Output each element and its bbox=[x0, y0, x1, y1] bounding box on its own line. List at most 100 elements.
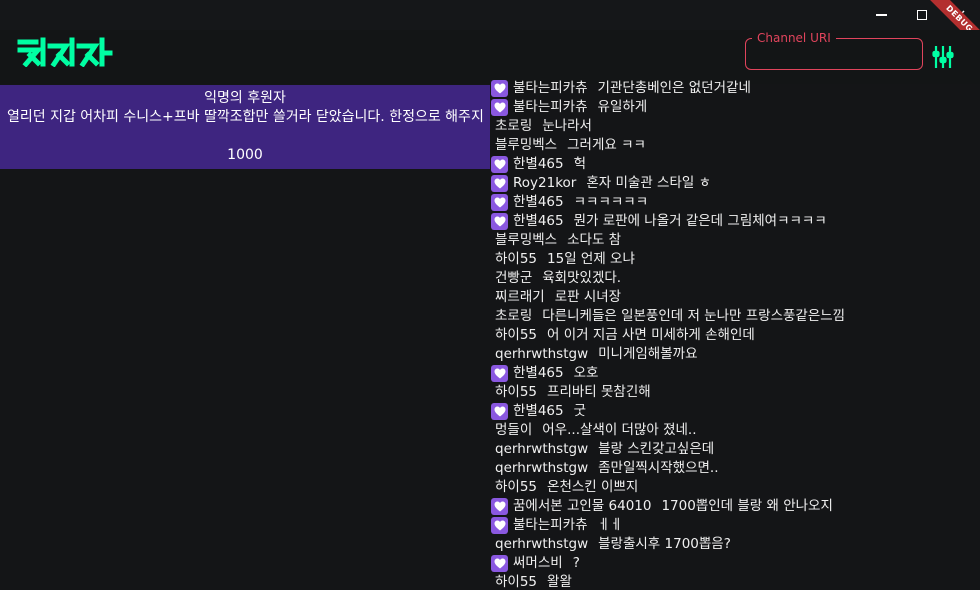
chat-nickname[interactable]: 하이55 bbox=[495, 384, 537, 400]
chat-text: 프리바티 못참긴해 bbox=[547, 384, 651, 400]
chat-message: qerhrwthstgw 블랑 스킨갖고싶은데 bbox=[490, 440, 980, 459]
chat-line: 불타는피카츄 ㅔㅔ bbox=[513, 516, 622, 535]
chat-text: ㅋㅋㅋㅋㅋㅋ bbox=[573, 194, 649, 210]
chat-text: 유일하게 bbox=[597, 99, 648, 115]
chat-text: 오호 bbox=[573, 365, 599, 381]
chat-text: 눈나라서 bbox=[542, 118, 592, 134]
subscriber-heart-icon bbox=[491, 194, 508, 211]
chat-message: 하이55 프리바티 못참긴해 bbox=[490, 383, 980, 402]
chat-nickname[interactable]: 꿈에서본 고인물 64010 bbox=[513, 498, 651, 514]
chat-nickname[interactable]: 써머스비 bbox=[513, 555, 563, 571]
chat-nickname[interactable]: qerhrwthstgw bbox=[495, 346, 588, 362]
chat-nickname[interactable]: 초로링 bbox=[495, 308, 532, 324]
chat-line: 써머스비? bbox=[513, 554, 580, 573]
chat-line: Roy21kor 혼자 미술관 스타일 ㅎ bbox=[513, 174, 711, 193]
close-button[interactable] bbox=[936, 0, 980, 30]
chat-nickname[interactable]: qerhrwthstgw bbox=[495, 536, 588, 552]
chat-nickname[interactable]: 멍들이 bbox=[495, 422, 532, 438]
chat-text: 그러게요 ㅋㅋ bbox=[567, 137, 646, 153]
chat-line: 멍들이 어우...살색이 더많아 졌네.. bbox=[495, 421, 697, 440]
chat-nickname[interactable]: 하이55 bbox=[495, 574, 537, 590]
subscriber-heart-icon bbox=[491, 156, 508, 173]
subscriber-heart-icon bbox=[491, 99, 508, 116]
chat-line: 초로링 다른니케들은 일본풍인데 저 눈나만 프랑스풍같은느낌 bbox=[495, 307, 845, 326]
chat-line: 블루밍벡스 그러게요 ㅋㅋ bbox=[495, 136, 646, 155]
chat-line: 한별465 ㅋㅋㅋㅋㅋㅋ bbox=[513, 193, 648, 212]
chat-nickname[interactable]: qerhrwthstgw bbox=[495, 441, 588, 457]
chat-message: 한별465 오호 bbox=[490, 364, 980, 383]
chat-line: 건빵군 육회맛있겠다. bbox=[495, 269, 621, 288]
chat-line: 불타는피카츄 기관단총베인은 없던거같네 bbox=[513, 79, 751, 98]
chat-nickname[interactable]: 초로링 bbox=[495, 118, 532, 134]
minimize-button[interactable] bbox=[858, 0, 904, 30]
chat-text: 로판 시녀장 bbox=[554, 289, 622, 305]
subscriber-heart-icon bbox=[491, 517, 508, 534]
chat-nickname[interactable]: 블루밍벡스 bbox=[495, 137, 557, 153]
chat-text: 육회맛있겠다. bbox=[542, 270, 622, 286]
subscriber-heart-icon bbox=[491, 213, 508, 230]
chat-message: Roy21kor 혼자 미술관 스타일 ㅎ bbox=[490, 174, 980, 193]
chzzk-logo bbox=[16, 37, 114, 71]
chat-nickname[interactable]: 한별465 bbox=[513, 213, 564, 229]
chat-nickname[interactable]: 불타는피카츄 bbox=[513, 99, 588, 115]
chat-nickname[interactable]: Roy21kor bbox=[513, 175, 576, 191]
chat-nickname[interactable]: 블루밍벡스 bbox=[495, 232, 557, 248]
chat-message: 한별465 헉 bbox=[490, 155, 980, 174]
chat-text: 어우...살색이 더많아 졌네.. bbox=[542, 422, 697, 438]
chat-message: 초로링 다른니케들은 일본풍인데 저 눈나만 프랑스풍같은느낌 bbox=[490, 307, 980, 326]
chat-message: 블루밍벡스 소다도 참 bbox=[490, 231, 980, 250]
chat-text: 미니게임해볼까요 bbox=[598, 346, 698, 362]
chat-text: 굿 bbox=[573, 403, 587, 419]
subscriber-heart-icon bbox=[491, 498, 508, 515]
chat-line: 찌르래기 로판 시녀장 bbox=[495, 288, 621, 307]
subscriber-heart-icon bbox=[491, 365, 508, 382]
donation-panel: 익명의 후원자 열리던 지갑 어차피 수니스+프바 딸깍조합만 쓸거라 닫았습니… bbox=[0, 85, 490, 169]
subscriber-heart-icon bbox=[491, 175, 508, 192]
chat-text: 기관단총베인은 없던거같네 bbox=[597, 80, 751, 96]
chat-line: 하이55 15일 언제 오냐 bbox=[495, 250, 635, 269]
chat-nickname[interactable]: 찌르래기 bbox=[495, 289, 545, 305]
chat-nickname[interactable]: qerhrwthstgw bbox=[495, 460, 588, 476]
chat-nickname[interactable]: 한별465 bbox=[513, 156, 564, 172]
chat-nickname[interactable]: 불타는피카츄 bbox=[513, 80, 588, 96]
chat-line: 한별465 헉 bbox=[513, 155, 586, 174]
chat-line: 한별465 뭔가 로판에 나올거 같은데 그림체여ㅋㅋㅋㅋ bbox=[513, 212, 827, 231]
chat-message: 꿈에서본 고인물 64010 1700뽑인데 블랑 왜 안나오지 bbox=[490, 497, 980, 516]
chat-nickname[interactable]: 건빵군 bbox=[495, 270, 532, 286]
chat-text: 어 이거 지금 사면 미세하게 손해인데 bbox=[547, 327, 755, 343]
chat-nickname[interactable]: 하이55 bbox=[495, 479, 537, 495]
chat-nickname[interactable]: 한별465 bbox=[513, 365, 564, 381]
chat-line: 불타는피카츄 유일하게 bbox=[513, 98, 647, 117]
chat-nickname[interactable]: 한별465 bbox=[513, 194, 564, 210]
maximize-icon bbox=[917, 10, 927, 20]
chat-line: qerhrwthstgw 미니게임해볼까요 bbox=[495, 345, 698, 364]
chat-list[interactable]: 불타는피카츄 기관단총베인은 없던거같네 불타는피카츄 유일하게 초로링 눈나라서 블루밍벡… bbox=[490, 79, 980, 590]
donation-message: 열리던 지갑 어차피 수니스+프바 딸깍조합만 쓸거라 닫았습니다. 한정으로 … bbox=[7, 109, 484, 125]
chat-nickname[interactable]: 한별465 bbox=[513, 403, 564, 419]
chat-message: 하이55 왈왈 bbox=[490, 573, 980, 590]
chat-line: qerhrwthstgw 블랑 스킨갖고싶은데 bbox=[495, 440, 714, 459]
chat-message: 블루밍벡스 그러게요 ㅋㅋ bbox=[490, 136, 980, 155]
chat-text: ㅔㅔ bbox=[597, 517, 623, 533]
chat-text: 혼자 미술관 스타일 ㅎ bbox=[586, 175, 712, 191]
chat-nickname[interactable]: 불타는피카츄 bbox=[513, 517, 588, 533]
chat-message: 찌르래기 로판 시녀장 bbox=[490, 288, 980, 307]
chat-message: 불타는피카츄 유일하게 bbox=[490, 98, 980, 117]
close-icon bbox=[954, 10, 964, 20]
chat-text: 좀만일찍시작했으면.. bbox=[598, 460, 719, 476]
chat-line: 블루밍벡스 소다도 참 bbox=[495, 231, 621, 250]
chat-message: 하이55 어 이거 지금 사면 미세하게 손해인데 bbox=[490, 326, 980, 345]
chat-nickname[interactable]: 하이55 bbox=[495, 251, 537, 267]
chat-text: 1700뽑인데 블랑 왜 안나오지 bbox=[661, 498, 833, 514]
chat-nickname[interactable]: 하이55 bbox=[495, 327, 537, 343]
channel-uri-label: Channel URI bbox=[752, 31, 836, 45]
chat-message: 하이55 온천스킨 이쁘지 bbox=[490, 478, 980, 497]
chat-text: 블랑출시후 1700뽑음? bbox=[598, 536, 731, 552]
chat-message: 하이55 15일 언제 오냐 bbox=[490, 250, 980, 269]
chat-text: 뭔가 로판에 나올거 같은데 그림체여ㅋㅋㅋㅋ bbox=[573, 213, 827, 229]
channel-uri-input[interactable] bbox=[758, 46, 922, 66]
chat-line: 한별465 오호 bbox=[513, 364, 598, 383]
chat-line: qerhrwthstgw 블랑출시후 1700뽑음? bbox=[495, 535, 731, 554]
equalizer-icon[interactable] bbox=[932, 44, 954, 74]
chat-line: qerhrwthstgw 좀만일찍시작했으면.. bbox=[495, 459, 719, 478]
